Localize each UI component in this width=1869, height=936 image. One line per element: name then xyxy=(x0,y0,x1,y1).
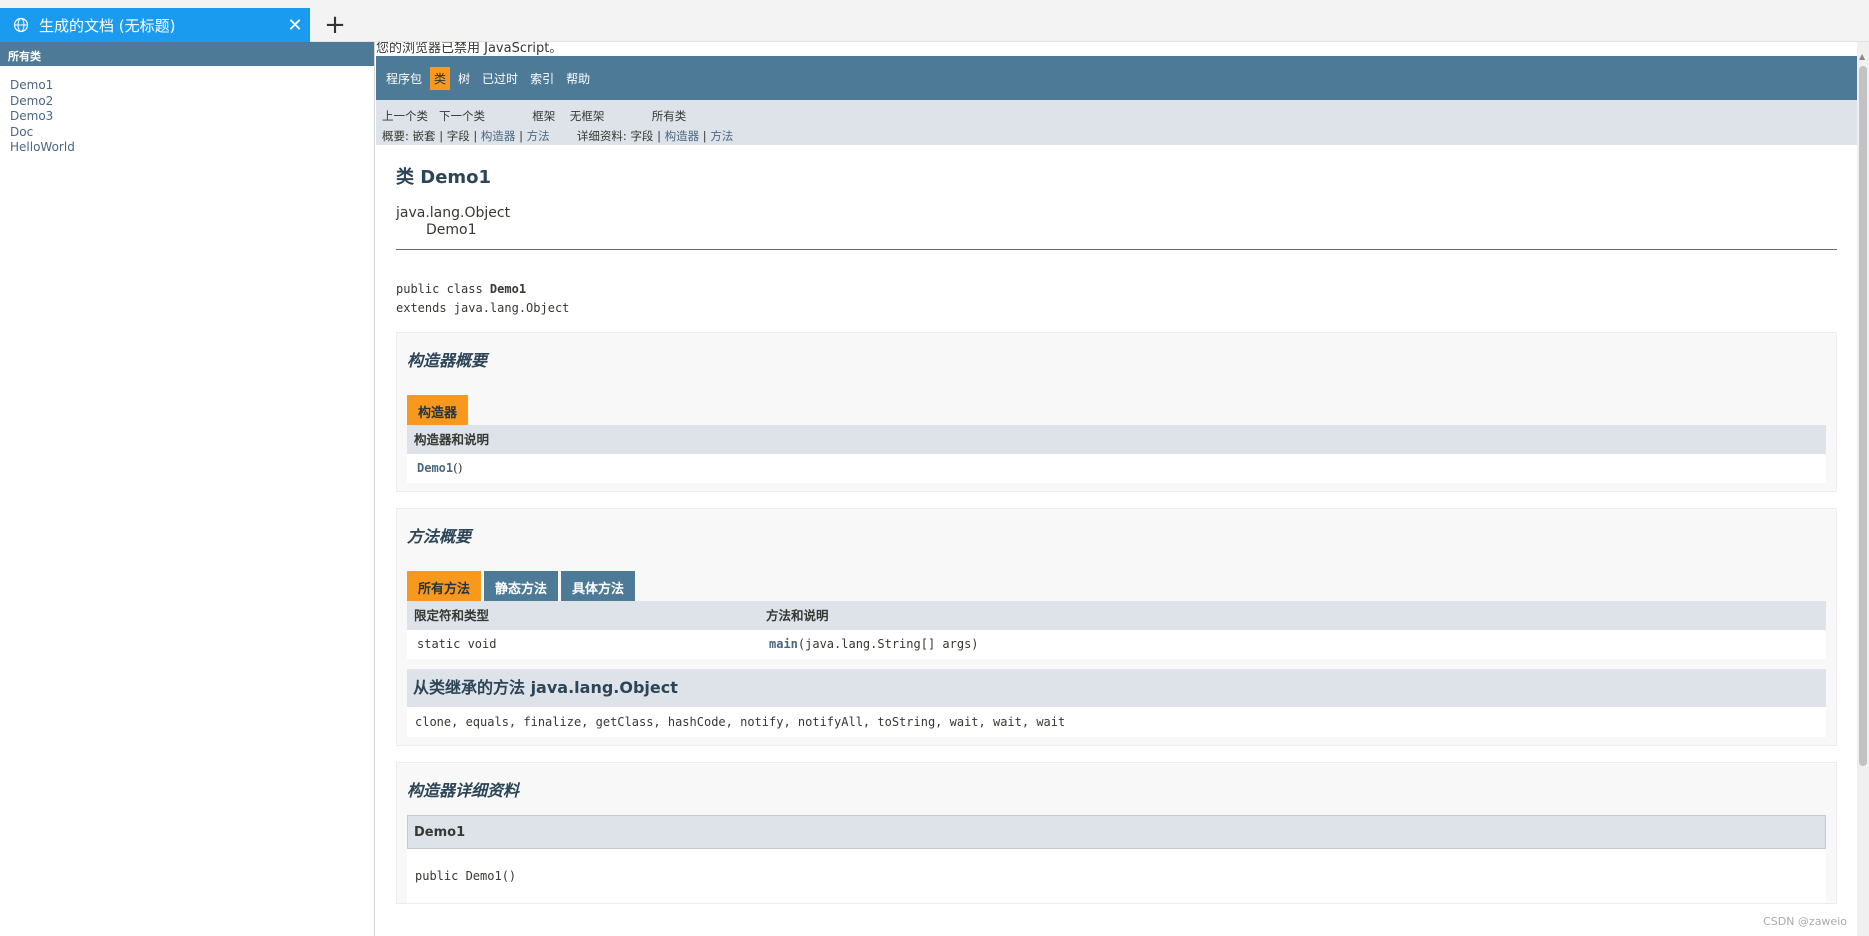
prev-class-link[interactable]: 上一个类 xyxy=(382,109,428,123)
constructor-args: () xyxy=(453,461,463,475)
col-modifier-type: 限定符和类型 xyxy=(414,608,490,623)
summary-label: 概要: xyxy=(382,129,409,143)
tab-all-methods[interactable]: 所有方法 xyxy=(407,571,482,601)
detail-constructor-link[interactable]: 构造器 xyxy=(665,129,700,143)
tab-static-methods[interactable]: 静态方法 xyxy=(484,571,559,601)
detail-method-link[interactable]: 方法 xyxy=(710,129,733,143)
class-link-doc[interactable]: Doc xyxy=(10,125,364,141)
class-link-demo3[interactable]: Demo3 xyxy=(10,109,364,125)
inherited-methods-heading: 从类继承的方法 java.lang.Object xyxy=(407,669,1826,707)
watermark: CSDN @zaweio xyxy=(1763,915,1847,928)
constructor-tabs: 构造器 xyxy=(407,395,1826,425)
nav-tree[interactable]: 树 xyxy=(454,67,474,90)
class-content: 类 Demo1 java.lang.Object Demo1 public cl… xyxy=(376,163,1857,904)
top-navbar: 程序包 类 树 已过时 索引 帮助 xyxy=(376,56,1857,100)
nav-index[interactable]: 索引 xyxy=(526,67,558,90)
decl-class-name: Demo1 xyxy=(489,282,527,296)
method-table-header: 限定符和类型 方法和说明 xyxy=(407,601,1826,630)
inheritance-child: Demo1 xyxy=(426,222,477,238)
inherited-methods-list: clone, equals, finalize, getClass, hashC… xyxy=(407,707,1826,737)
tab-title: 生成的文档 (无标题) xyxy=(39,16,176,35)
close-icon[interactable]: ✕ xyxy=(280,15,310,36)
constructor-table-header: 构造器和说明 xyxy=(407,425,1826,454)
nav-class: 类 xyxy=(430,66,451,90)
detail-field: 字段 xyxy=(630,129,654,143)
inheritance-parent: java.lang.Object xyxy=(396,205,511,221)
all-classes-header: 所有类 xyxy=(0,42,374,66)
constructor-detail-heading: 构造器详细资料 xyxy=(407,781,520,800)
next-class-link[interactable]: 下一个类 xyxy=(439,109,485,123)
method-summary: 方法概要 所有方法 静态方法 具体方法 限定符和类型 方法和说明 static … xyxy=(396,508,1837,746)
globe-icon xyxy=(13,17,29,33)
constructor-summary-heading: 构造器概要 xyxy=(407,351,488,370)
frames-link[interactable]: 框架 xyxy=(532,109,555,123)
table-row: Demo1() xyxy=(407,454,1826,483)
separator: | xyxy=(439,129,444,143)
class-link-helloworld[interactable]: HelloWorld xyxy=(10,140,364,156)
method-return-type: static void xyxy=(417,637,497,651)
method-tabs: 所有方法 静态方法 具体方法 xyxy=(407,571,1826,601)
browser-tabstrip: 生成的文档 (无标题) ✕ + xyxy=(0,0,1869,42)
all-classes-frame: 所有类 Demo1 Demo2 Demo3 Doc HelloWorld xyxy=(0,42,375,936)
summary-nested: 嵌套 xyxy=(412,129,436,143)
summary-field: 字段 xyxy=(446,129,470,143)
class-link-demo1[interactable]: Demo1 xyxy=(10,78,364,94)
scrollbar-thumb[interactable] xyxy=(1859,66,1867,766)
noscript-message: 您的浏览器已禁用 JavaScript。 xyxy=(376,42,563,56)
inheritance-tree: java.lang.Object Demo1 xyxy=(396,205,1837,239)
class-title: 类 Demo1 xyxy=(396,167,492,188)
separator: | xyxy=(657,129,661,143)
detail-label: 详细资料: xyxy=(576,129,627,143)
decl-prefix: public class xyxy=(396,282,490,296)
method-summary-heading: 方法概要 xyxy=(407,527,472,546)
scrollbar[interactable]: ▲ xyxy=(1857,42,1869,936)
table-row: static void main (java.lang.String[] args… xyxy=(407,630,1826,659)
separator: | xyxy=(702,129,707,143)
nav-package[interactable]: 程序包 xyxy=(382,67,426,90)
method-args: (java.lang.String[] args) xyxy=(797,637,979,651)
all-classes-link[interactable]: 所有类 xyxy=(652,109,687,123)
class-doc-frame: 您的浏览器已禁用 JavaScript。 程序包 类 树 已过时 索引 帮助 上… xyxy=(376,42,1857,936)
summary-constructor-link[interactable]: 构造器 xyxy=(481,129,516,143)
nav-deprecated[interactable]: 已过时 xyxy=(478,67,522,90)
class-list: Demo1 Demo2 Demo3 Doc HelloWorld xyxy=(0,66,374,168)
col-method-description: 方法和说明 xyxy=(766,608,829,623)
constructor-detail-name: Demo1 xyxy=(407,815,1826,849)
class-link-demo2[interactable]: Demo2 xyxy=(10,94,364,110)
new-tab-button[interactable]: + xyxy=(320,10,350,40)
class-declaration: public class Demo1 extends java.lang.Obj… xyxy=(396,280,1837,318)
sub-navbar: 上一个类 下一个类 框架 无框架 所有类 概要: 嵌套 | 字段 | 构造器 |… xyxy=(376,100,1857,145)
scroll-up-icon[interactable]: ▲ xyxy=(1859,52,1865,61)
constructor-summary: 构造器概要 构造器 构造器和说明 Demo1() xyxy=(396,332,1837,492)
nav-help[interactable]: 帮助 xyxy=(562,67,594,90)
constructor-detail: 构造器详细资料 Demo1 public Demo1() xyxy=(396,762,1837,904)
constructor-signature: public Demo1() xyxy=(407,849,1826,903)
decl-extends: extends java.lang.Object xyxy=(396,301,570,315)
tab-constructors[interactable]: 构造器 xyxy=(407,395,469,425)
separator: | xyxy=(473,129,478,143)
method-link-main[interactable]: main xyxy=(769,630,798,659)
browser-tab[interactable]: 生成的文档 (无标题) ✕ xyxy=(0,8,310,42)
summary-method-link[interactable]: 方法 xyxy=(527,129,550,143)
separator: | xyxy=(519,129,523,143)
tab-concrete-methods[interactable]: 具体方法 xyxy=(561,571,636,601)
col-constructor-description: 构造器和说明 xyxy=(414,432,490,447)
constructor-link[interactable]: Demo1 xyxy=(417,454,453,483)
no-frames-link[interactable]: 无框架 xyxy=(570,109,605,123)
divider xyxy=(396,249,1837,250)
